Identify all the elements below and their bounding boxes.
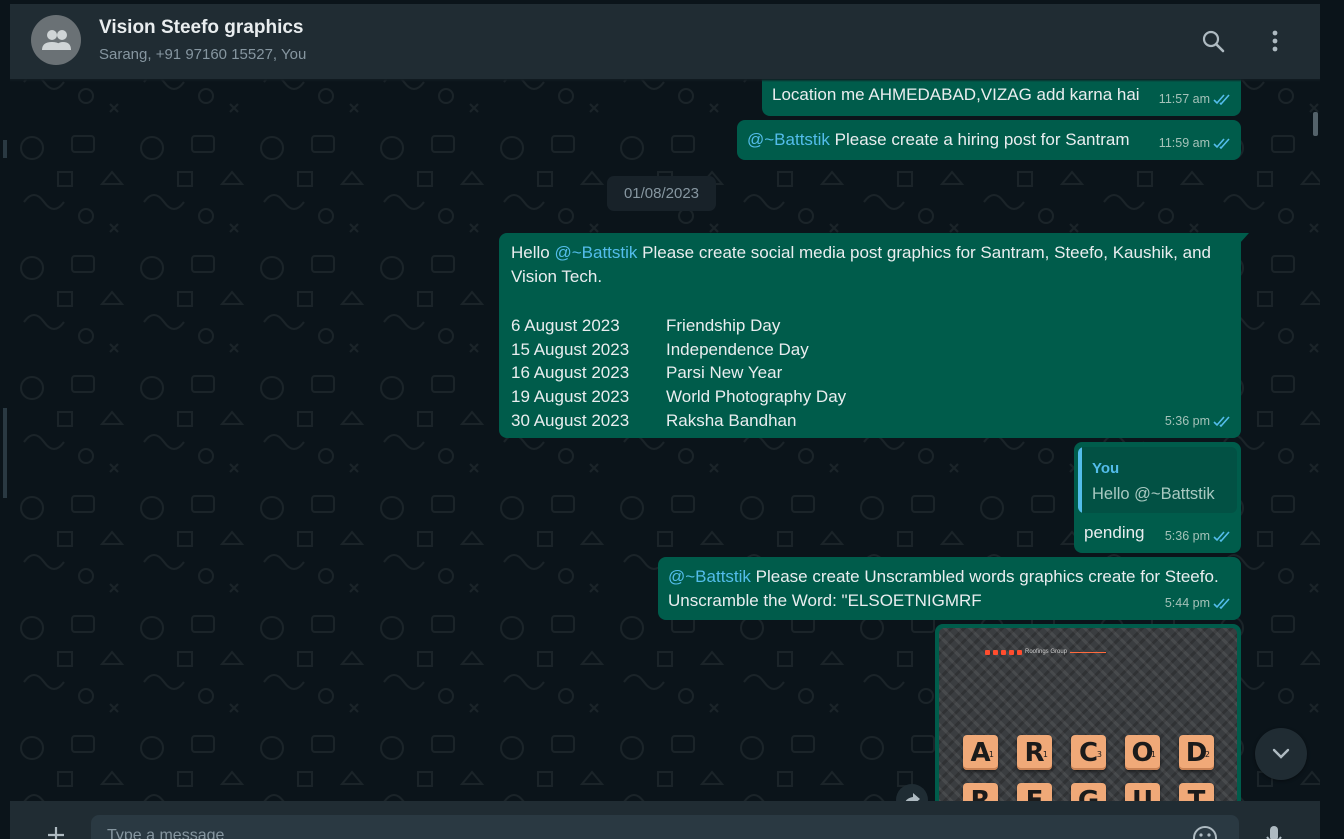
message-greeting: Hello — [511, 243, 555, 262]
event-name: Raksha Bandhan — [666, 411, 797, 430]
group-icon — [42, 30, 71, 50]
mention-link[interactable]: @~Battstik — [747, 130, 830, 149]
kebab-menu-icon — [1272, 30, 1278, 52]
double-check-icon — [1213, 93, 1230, 105]
event-date: 19 August 2023 — [511, 387, 630, 406]
message-meta: 11:59 am — [1159, 131, 1231, 155]
quote-accent-bar — [1078, 447, 1082, 513]
event-date: 30 August 2023 — [511, 411, 630, 430]
message-bubble[interactable]: @~Battstik Please create Unscrambled wor… — [658, 557, 1241, 620]
reply-message-bubble[interactable]: You Hello @~Battstik pending 5:36 pm — [1074, 442, 1241, 553]
quoted-text: Hello @~Battstik — [1092, 485, 1215, 503]
message-bubble[interactable]: @~Battstik Please create a hiring post f… — [737, 120, 1241, 160]
bubble-tail — [1240, 233, 1249, 243]
message-text: Location me AHMEDABAD,VIZAG add karna ha… — [772, 85, 1140, 104]
emoji-icon[interactable] — [1192, 825, 1218, 839]
message-text: pending — [1084, 523, 1145, 542]
quoted-author: You — [1092, 460, 1120, 477]
message-meta: 5:44 pm — [1165, 591, 1231, 615]
mention-link[interactable]: @~Battstik — [668, 567, 751, 586]
scrollbar-thumb[interactable] — [1313, 112, 1318, 136]
letter-tile: O1 — [1125, 735, 1160, 770]
chat-participants[interactable]: Sarang, +91 97160 15527, You — [99, 46, 306, 63]
conversation-panel: Vision Steefo graphics Sarang, +91 97160… — [10, 4, 1320, 839]
message-text: Hello @~Battstik Please create social me… — [511, 241, 1231, 289]
image-brand-text: Roofings Group — [1025, 649, 1068, 655]
scrollbar[interactable] — [1310, 82, 1320, 804]
event-name: Independence Day — [666, 340, 809, 359]
message-body: Please create a hiring post for Santram — [829, 130, 1130, 149]
image-brand-bar: Roofings Group — [985, 640, 1107, 664]
message-meta: 5:36 pm — [1165, 524, 1231, 548]
event-name: Friendship Day — [666, 316, 781, 335]
mention-link[interactable]: @~Battstik — [554, 243, 637, 262]
double-check-icon — [1213, 415, 1230, 427]
message-input[interactable] — [91, 815, 1239, 839]
message-bubble[interactable]: Hello @~Battstik Please create social me… — [499, 233, 1249, 438]
letter-tile: R1 — [1017, 735, 1052, 770]
message-time: 11:59 am — [1158, 136, 1210, 150]
mic-icon[interactable] — [1266, 825, 1282, 839]
double-check-icon — [1213, 137, 1230, 149]
message-time: 5:36 pm — [1164, 529, 1210, 543]
event-name: Parsi New Year — [666, 363, 783, 382]
message-meta: 11:57 am — [1159, 87, 1231, 111]
message-time: 5:44 pm — [1164, 596, 1210, 610]
message-meta: 5:36 pm — [1165, 409, 1231, 433]
event-date: 6 August 2023 — [511, 316, 620, 335]
double-check-icon — [1213, 530, 1230, 542]
whatsapp-window: Vision Steefo graphics Sarang, +91 97160… — [0, 0, 1344, 839]
letter-tile: D2 — [1179, 735, 1214, 770]
letter-tile: C3 — [1071, 735, 1106, 770]
quoted-message[interactable]: You Hello @~Battstik — [1078, 447, 1237, 513]
event-name: World Photography Day — [666, 387, 847, 406]
search-button[interactable] — [1198, 26, 1228, 56]
message-body: Please create Unscrambled words graphics… — [668, 567, 1219, 610]
chat-header[interactable]: Vision Steefo graphics Sarang, +91 97160… — [10, 4, 1320, 79]
left-panel-edge — [0, 0, 10, 839]
chevron-down-icon — [1272, 748, 1290, 759]
scroll-to-bottom-button[interactable] — [1255, 728, 1307, 780]
plus-icon[interactable] — [46, 825, 66, 839]
message-time: 11:57 am — [1158, 92, 1210, 106]
letter-tile: A1 — [963, 735, 998, 770]
group-avatar[interactable] — [31, 15, 81, 65]
message-bubble[interactable]: Location me AHMEDABAD,VIZAG add karna ha… — [762, 77, 1241, 116]
date-separator: 01/08/2023 — [607, 176, 716, 211]
header-shadow — [10, 79, 1320, 82]
message-text: @~Battstik Please create Unscrambled wor… — [668, 565, 1238, 613]
chat-title[interactable]: Vision Steefo graphics — [99, 17, 303, 39]
search-icon — [1202, 30, 1225, 53]
menu-button[interactable] — [1260, 26, 1290, 56]
event-date: 15 August 2023 — [511, 340, 630, 359]
event-date: 16 August 2023 — [511, 363, 630, 382]
message-time: 5:36 pm — [1164, 414, 1210, 428]
composer-bar — [10, 801, 1320, 839]
double-check-icon — [1213, 597, 1230, 609]
message-text: @~Battstik Please create a hiring post f… — [747, 128, 1129, 152]
